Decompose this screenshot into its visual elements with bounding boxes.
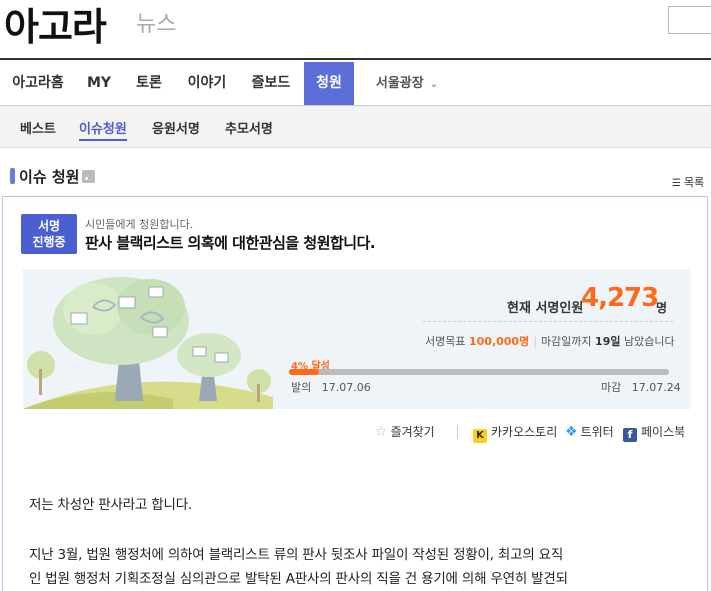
signers-label: 현재 서명인원 xyxy=(507,301,584,316)
status-badge-line2: 진행중 xyxy=(32,235,66,249)
list-link-label: 목록 xyxy=(683,176,705,189)
goal-label: 서명목표 xyxy=(425,335,466,348)
bookmark-label: 즐겨찾기 xyxy=(390,425,435,439)
main-nav: 아고라홈 MY 토론 이야기 즐보드 청원 서울광장 ⌄ xyxy=(0,62,711,106)
subnav-item-best[interactable]: 베스트 xyxy=(20,118,56,137)
list-icon: ☰ xyxy=(672,178,681,189)
progress-fill xyxy=(289,369,320,375)
chevron-down-icon: ⌄ xyxy=(429,79,439,90)
list-link[interactable]: ☰ 목록 xyxy=(672,174,704,190)
end-date: 17.07.24 xyxy=(631,381,681,394)
nav-item-seoul-plaza-label: 서울광장 xyxy=(375,76,424,91)
nav-item-debate[interactable]: 토론 xyxy=(122,62,176,105)
share-separator xyxy=(457,425,458,439)
deadline-prefix: 마감일까지 xyxy=(540,335,592,348)
nav-item-petition[interactable]: 청원 xyxy=(304,62,354,105)
goal-line: 서명목표 100,000명 | 마감일까지 19일 남았습니다 xyxy=(425,333,675,349)
section-title: 이슈 청원 xyxy=(19,168,80,186)
facebook-icon: f xyxy=(623,428,637,442)
divider xyxy=(423,321,673,322)
search-input[interactable] xyxy=(668,6,711,34)
petition-subtitle: 시민들에게 청원합니다. xyxy=(85,218,194,231)
nav-item-board[interactable]: 즐보드 xyxy=(238,62,304,105)
subnav-item-support-sign[interactable]: 응원서명 xyxy=(152,118,200,137)
body-paragraph-2-line-2: 인 법원 행정처 기획조정실 심의관으로 발탁된 A판사의 판사의 직을 건 용… xyxy=(29,571,568,587)
twitter-icon: ❖ xyxy=(565,424,578,440)
start-date-line: 발의 17.07.06 xyxy=(291,379,371,395)
deadline-days: 19일 xyxy=(595,335,621,348)
start-date: 17.07.06 xyxy=(321,381,371,394)
petition-banner: 현재 서명인원 4,273 명 서명목표 100,000명 | 마감일까지 19일 … xyxy=(23,269,691,409)
body-paragraph-2-line-1: 지난 3월, 법원 행정처에 의하여 블랙리스트 류의 판사 뒷조사 파일이 작… xyxy=(29,547,564,563)
kakaostory-share-button[interactable]: K 카카오스토리 xyxy=(473,423,557,443)
petition-card: 서명 진행중 시민들에게 청원합니다. 판사 블랙리스트 의혹에 대한관심을 청… xyxy=(2,196,708,591)
start-label: 발의 xyxy=(291,381,312,394)
progress-bar xyxy=(289,369,669,375)
sub-nav: 베스트 이슈청원 응원서명 추모서명 xyxy=(0,106,711,148)
signers-unit: 명 xyxy=(656,301,668,315)
kakaostory-label: 카카오스토리 xyxy=(491,425,558,439)
deadline-suffix: 남았습니다 xyxy=(623,335,675,348)
section-name-news[interactable]: 뉴스 xyxy=(136,6,176,38)
nav-item-agora-home[interactable]: 아고라홈 xyxy=(0,62,76,105)
top-header: 아고라 뉴스 xyxy=(0,0,711,60)
goal-separator: | xyxy=(533,335,537,348)
nav-item-seoul-plaza[interactable]: 서울광장 ⌄ xyxy=(366,62,448,105)
subnav-item-memorial-sign[interactable]: 추모서명 xyxy=(225,118,273,137)
subnav-item-issue-petition[interactable]: 이슈청원 xyxy=(79,118,127,141)
status-badge: 서명 진행중 xyxy=(21,214,77,254)
facebook-share-button[interactable]: f 페이스북 xyxy=(623,423,685,442)
goal-value: 100,000명 xyxy=(468,335,530,348)
twitter-label: 트위터 xyxy=(580,425,614,439)
bookmark-button[interactable]: ☆ 즐겨찾기 xyxy=(375,423,435,440)
twitter-share-button[interactable]: ❖ 트위터 xyxy=(565,423,614,440)
end-label: 마감 xyxy=(601,381,622,394)
nav-item-story[interactable]: 이야기 xyxy=(176,62,238,105)
section-bar xyxy=(10,168,15,184)
facebook-label: 페이스북 xyxy=(641,425,686,439)
rss-icon[interactable] xyxy=(82,170,95,183)
body-paragraph-1: 저는 차성안 판사라고 합니다. xyxy=(29,497,193,513)
end-date-line: 마감 17.07.24 xyxy=(601,379,681,395)
star-icon: ☆ xyxy=(375,424,388,440)
nav-item-my[interactable]: MY xyxy=(76,62,122,105)
petition-title: 판사 블랙리스트 의혹에 대한관심을 청원합니다. xyxy=(85,234,376,252)
kakaostory-icon: K xyxy=(473,429,487,443)
signers-count: 4,273 xyxy=(581,283,659,313)
status-badge-line1: 서명 xyxy=(37,219,61,233)
agora-logo[interactable]: 아고라 xyxy=(4,0,107,51)
